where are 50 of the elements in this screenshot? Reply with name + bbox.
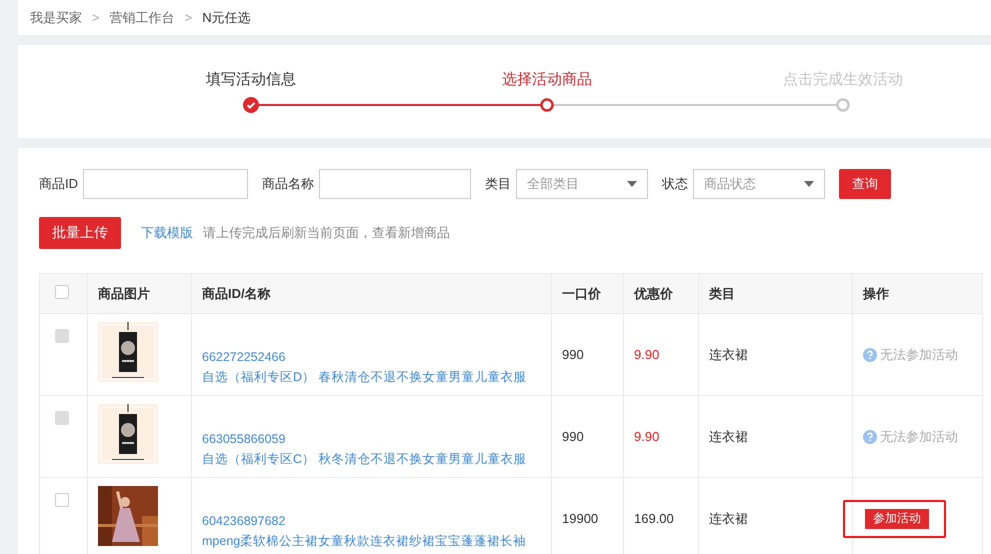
breadcrumb-link[interactable]: N元任选 [202,8,251,26]
upload-button[interactable]: 批量上传 [39,217,121,249]
filter-label: 状态 [662,175,688,193]
price-text: 990 [562,347,584,362]
product-id-link[interactable]: 604236897682 [202,511,541,531]
step-label: 填写活动信息 [206,70,296,90]
text-field[interactable] [83,169,248,199]
product-name-link[interactable]: 自选（福利专区C） 秋冬清仓不退不换女童男童儿童衣服 [202,449,541,469]
column-header: 一口价 [562,286,601,300]
product-name-link[interactable]: 自选（福利专区D） 春秋清仓不退不换女童男童儿童衣服 [202,367,541,387]
download-link[interactable]: 下载模版 [141,224,193,242]
category-text: 连衣裙 [709,428,748,444]
column-header: 优惠价 [634,286,673,300]
select-all-checkbox[interactable] [55,285,69,299]
status-text: 无法参加活动 [880,346,958,364]
product-id-link[interactable]: 662272252466 [202,347,541,367]
breadcrumb-separator: > [92,10,100,25]
price-text: 990 [562,429,584,444]
column-header: 类目 [709,286,735,300]
search-button[interactable]: 查询 [839,169,891,199]
upload-hint: 请上传完成后刷新当前页面，查看新增商品 [203,224,450,242]
column-header: 商品ID/名称 [202,286,271,300]
caret-icon [627,181,637,187]
status-text: 无法参加活动 [880,428,958,446]
filter-label: 商品ID [39,175,78,193]
filter-label: 类目 [485,175,511,193]
category-text: 连衣裙 [709,346,748,362]
help-icon [863,430,877,444]
join-button[interactable]: 参加活动 [865,508,929,528]
step-label: 选择活动商品 [502,70,592,90]
filter-label: 商品名称 [262,175,314,193]
dropdown[interactable]: 全部类目 [516,169,648,199]
column-header: 操作 [863,286,889,300]
caret-icon [804,181,814,187]
breadcrumb-link[interactable]: 我是买家 [30,8,82,26]
text-field[interactable] [319,169,471,199]
category-text: 连衣裙 [709,510,748,526]
product-name-link[interactable]: mpeng柔软棉公主裙女童秋款连衣裙纱裙宝宝蓬蓬裙长袖 [202,531,541,551]
help-icon [863,348,877,362]
price-text: 19900 [562,511,598,526]
step-label: 点击完成生效活动 [783,70,903,90]
row-checkbox[interactable] [55,493,69,507]
breadcrumb-link[interactable]: 营销工作台 [110,8,175,26]
breadcrumb-separator: > [184,10,192,25]
product-id-link[interactable]: 663055866059 [202,429,541,449]
sale-price-text: 169.00 [634,511,674,526]
sale-price-text: 9.90 [634,347,660,362]
column-header: 商品图片 [98,286,150,300]
sale-price-text: 9.90 [634,429,660,444]
dropdown[interactable]: 商品状态 [693,169,825,199]
